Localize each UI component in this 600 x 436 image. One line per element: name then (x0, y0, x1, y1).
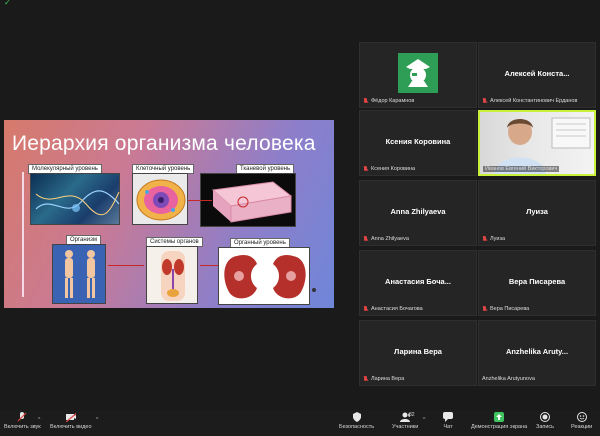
shield-icon (352, 412, 361, 422)
chat-label: Чат (443, 424, 453, 430)
organism-image (52, 244, 106, 304)
participant-tile-active-video[interactable]: Иванов Евгений Викторович (478, 110, 596, 176)
reactions-label: Реакции (571, 424, 593, 430)
unmute-button[interactable]: Включить звук (4, 412, 41, 430)
audio-options-caret-icon[interactable]: ^ (38, 417, 40, 423)
participant-name: Ларина Вера (371, 376, 405, 382)
participant-tile[interactable]: Вера Писарева Вера Писарева (478, 250, 596, 316)
mic-muted-icon (363, 376, 369, 382)
tissue-image (200, 173, 296, 227)
start-video-button[interactable]: Включить видео (50, 412, 92, 430)
participant-tile-label: Ларина Вера (394, 347, 442, 356)
participants-count: 32 (409, 412, 415, 418)
participant-tile-label: Anzhelika Aruty... (505, 347, 569, 356)
participant-name: Иванов Евгений Викторович (485, 166, 558, 172)
chat-icon (443, 412, 453, 422)
pirate-avatar-icon (398, 53, 438, 93)
start-video-label: Включить видео (50, 424, 92, 430)
participants-label: Участники (392, 424, 419, 430)
participant-name: Луиза (490, 236, 506, 242)
mic-muted-icon (363, 236, 369, 242)
mic-muted-icon (17, 412, 27, 422)
reactions-button[interactable]: Реакции (571, 412, 592, 430)
security-button[interactable]: Безопасность (339, 412, 374, 430)
participant-tile-label: Вера Писарева (508, 277, 566, 286)
participant-tile-label: Ксения Коровина (385, 137, 451, 146)
record-icon (540, 412, 551, 422)
participant-name: Ксения Коровина (371, 166, 416, 172)
video-options-caret-icon[interactable]: ^ (96, 417, 98, 423)
slide-accent-bar (22, 172, 24, 297)
participant-tile[interactable]: Анастасия Боча... Анастасия Бочагова (359, 250, 477, 316)
share-screen-icon (494, 412, 505, 422)
participant-tile-label: Алексей Конста... (504, 69, 570, 78)
participant-tile-label: Луиза (526, 207, 548, 216)
security-label: Безопасность (339, 424, 375, 430)
meeting-toolbar: Включить звук ^ Включить видео ^ Безопас… (0, 410, 600, 436)
share-screen-label: Демонстрация экрана (471, 424, 528, 430)
participants-caret-icon[interactable]: ^ (423, 417, 425, 423)
mic-muted-icon (482, 236, 488, 242)
mic-muted-icon (363, 166, 369, 172)
participant-name: Вера Писарева (490, 306, 530, 312)
mic-muted-icon (363, 306, 369, 312)
participant-tile[interactable]: Ксения Коровина Ксения Коровина (359, 110, 477, 176)
smiley-icon (576, 412, 587, 422)
molecular-image (30, 173, 120, 225)
participant-name: Anna Zhilyaeva (371, 236, 409, 242)
mic-muted-icon (482, 98, 488, 104)
shared-screen-slide: Иерархия организма человека Молекулярный… (4, 120, 334, 308)
participant-tile[interactable]: Anzhelika Aruty... Anzhelika Arutyunova (478, 320, 596, 386)
arrow-cell-tissue (188, 200, 212, 201)
video-feed (480, 112, 594, 174)
arrow-systems-organism (108, 265, 144, 266)
slide-title: Иерархия организма человека (12, 132, 316, 155)
participant-name: Фёдор Карамнов (371, 98, 415, 104)
video-off-icon (65, 412, 76, 422)
arrow-organ-systems (200, 265, 218, 266)
participant-name: Анастасия Бочагова (371, 306, 423, 312)
participant-name: Anzhelika Arutyunova (482, 376, 535, 382)
kidney-image (218, 247, 310, 305)
mic-muted-icon (482, 306, 488, 312)
organ-systems-image (146, 246, 198, 304)
record-label: Запись (536, 424, 555, 430)
participant-tile[interactable]: Алексей Конста... Алексей Константинович… (478, 42, 596, 108)
unmute-label: Включить звук (4, 424, 41, 430)
participant-tile-label: Анастасия Боча... (385, 277, 451, 286)
participant-tile-label: Anna Zhilyaeva (390, 207, 446, 216)
participant-name: Алексей Константинович Ерданов (490, 98, 578, 104)
mic-muted-icon (363, 98, 369, 104)
participant-tile[interactable]: Фёдор Карамнов (359, 42, 477, 108)
participant-tile[interactable]: Anna Zhilyaeva Anna Zhilyaeva (359, 180, 477, 246)
meeting-stage: ✓ Иерархия организма человека Молекулярн… (0, 0, 600, 410)
record-button[interactable]: Запись (536, 412, 554, 430)
share-screen-button[interactable]: Демонстрация экрана (471, 412, 527, 430)
cell-image (132, 173, 188, 225)
participant-tile[interactable]: Луиза Луиза (478, 180, 596, 246)
participant-tile[interactable]: Ларина Вера Ларина Вера (359, 320, 477, 386)
share-indicator-icon: ✓ (4, 0, 11, 7)
chat-button[interactable]: Чат (443, 412, 453, 430)
slide-dot (312, 288, 316, 292)
